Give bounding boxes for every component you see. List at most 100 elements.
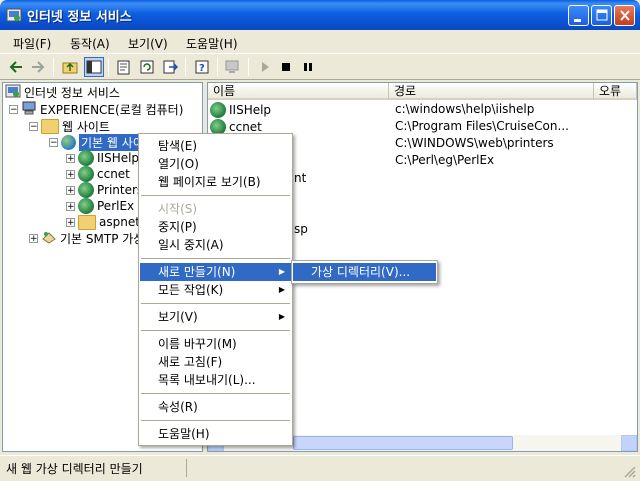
toolbar-separator	[185, 58, 186, 76]
tree-child[interactable]: + IISHelp	[66, 150, 139, 166]
virtual-dir-icon	[78, 198, 94, 214]
tree-child-label: ccnet	[97, 167, 130, 181]
tree-root[interactable]: 인터넷 정보 서비스	[5, 84, 120, 100]
list-row-name-fragment: sp	[294, 222, 308, 236]
menu-view-label: 보기(V)	[158, 310, 198, 324]
forward-arrow-icon[interactable]	[28, 57, 48, 77]
minimize-button[interactable]	[568, 5, 589, 26]
menu-pause[interactable]: 일시 중지(A)	[140, 236, 291, 254]
svg-text:?: ?	[199, 63, 205, 74]
menu-help[interactable]: 도움말(H)	[186, 35, 238, 52]
menu-properties[interactable]: 속성(R)	[140, 398, 291, 416]
menu-export-list[interactable]: 목록 내보내기(L)...	[140, 371, 291, 389]
expand-icon[interactable]: +	[66, 169, 75, 179]
submenu-new: 가상 디렉터리(V)...	[291, 260, 438, 284]
tree-root-label: 인터넷 정보 서비스	[24, 85, 120, 100]
smtp-server-icon	[41, 229, 57, 248]
toolbar: ?	[0, 54, 640, 80]
show-tree-icon[interactable]	[84, 57, 104, 77]
window-title: 인터넷 정보 서비스	[27, 10, 132, 25]
toolbar-separator	[248, 58, 249, 76]
menu-all-tasks[interactable]: 모든 작업(K) ▶	[140, 281, 291, 299]
resize-grip-icon[interactable]	[622, 464, 636, 478]
virtual-dir-icon	[210, 101, 226, 118]
column-header-path[interactable]: 경로	[389, 83, 594, 100]
menu-new[interactable]: 새로 만들기(N) ▶	[140, 263, 291, 281]
title-bar[interactable]: 인터넷 정보 서비스	[0, 0, 640, 30]
toolbar-separator	[53, 58, 54, 76]
properties-icon[interactable]	[114, 57, 134, 77]
computer-icon	[21, 100, 37, 119]
iis-app-icon	[6, 7, 22, 23]
website-globe-icon	[61, 134, 76, 150]
expand-icon[interactable]: +	[29, 233, 38, 243]
menu-help[interactable]: 도움말(H)	[140, 425, 291, 443]
list-row-path: C:\Program Files\CruiseCon...	[395, 119, 569, 133]
tree-child[interactable]: + PerlEx	[66, 198, 134, 214]
menu-stop[interactable]: 중지(P)	[140, 218, 291, 236]
scroll-thumb[interactable]	[293, 436, 513, 450]
menu-separator	[141, 258, 290, 259]
maximize-button[interactable]	[591, 5, 612, 26]
computer-icon[interactable]	[222, 57, 242, 77]
menu-separator	[141, 393, 290, 394]
tree-websites-label: 웹 사이트	[62, 119, 110, 134]
stop-icon[interactable]	[276, 57, 296, 77]
list-row-path: C:\WINDOWS\web\printers	[395, 136, 554, 150]
menu-refresh[interactable]: 새로 고침(F)	[140, 353, 291, 371]
tree-websites[interactable]: − 웹 사이트	[29, 118, 110, 134]
tree-child[interactable]: + ccnet	[66, 166, 130, 182]
menu-open[interactable]: 열기(O)	[140, 155, 291, 173]
menu-browse[interactable]: 웹 페이지로 보기(B)	[140, 173, 291, 191]
list-row-path: c:\windows\help\iishelp	[395, 102, 535, 116]
virtual-dir-icon	[78, 166, 94, 182]
menu-start[interactable]: 시작(S)	[140, 200, 291, 218]
menu-virtual-directory[interactable]: 가상 디렉터리(V)...	[293, 263, 436, 281]
menu-separator	[141, 330, 290, 331]
iis-icon	[5, 83, 21, 102]
expand-icon[interactable]: +	[66, 185, 75, 195]
scroll-right-arrow[interactable]	[621, 435, 637, 451]
virtual-dir-icon	[78, 150, 94, 166]
menu-view[interactable]: 보기(V) ▶	[140, 308, 291, 326]
menu-action[interactable]: 동작(A)	[70, 35, 110, 52]
menu-rename[interactable]: 이름 바꾸기(M)	[140, 335, 291, 353]
status-text: 새 웹 가상 디렉터리 만들기	[6, 462, 143, 476]
list-row-name: ccnet	[229, 119, 262, 134]
menu-view[interactable]: 보기(V)	[128, 35, 168, 52]
status-bar: 새 웹 가상 디렉터리 만들기	[0, 455, 640, 480]
pause-icon[interactable]	[298, 57, 318, 77]
column-header-error[interactable]: 오류	[594, 83, 637, 100]
collapse-icon[interactable]: −	[49, 137, 58, 147]
menu-bar: 파일(F) 동작(A) 보기(V) 도움말(H)	[0, 30, 640, 54]
menu-explore[interactable]: 탐색(E)	[140, 137, 291, 155]
menu-separator	[141, 420, 290, 421]
collapse-icon[interactable]: −	[9, 104, 18, 114]
toolbar-separator	[217, 58, 218, 76]
toolbar-separator	[108, 58, 109, 76]
start-icon[interactable]	[255, 57, 275, 77]
expand-icon[interactable]: +	[66, 217, 75, 227]
expand-icon[interactable]: +	[66, 201, 75, 211]
up-folder-icon[interactable]	[60, 57, 80, 77]
close-button[interactable]	[614, 5, 635, 26]
virtual-dir-icon	[78, 182, 94, 198]
list-row[interactable]: IISHelp	[210, 101, 271, 118]
expand-icon[interactable]: +	[66, 153, 75, 163]
list-row-name: IISHelp	[229, 102, 272, 117]
collapse-icon[interactable]: −	[29, 121, 38, 131]
menu-file[interactable]: 파일(F)	[13, 35, 51, 52]
export-list-icon[interactable]	[160, 57, 180, 77]
back-arrow-icon[interactable]	[6, 57, 26, 77]
tree-child-label: IISHelp	[97, 151, 140, 165]
refresh-icon[interactable]	[137, 57, 157, 77]
context-menu: 탐색(E) 열기(O) 웹 페이지로 보기(B) 시작(S) 중지(P) 일시 …	[138, 133, 293, 446]
menu-separator	[141, 303, 290, 304]
tree-child[interactable]: + Printers	[66, 182, 143, 198]
help-icon[interactable]: ?	[192, 57, 212, 77]
tree-child-label: PerlEx	[97, 199, 135, 213]
tree-computer[interactable]: − EXPERIENCE(로컬 컴퓨터)	[9, 101, 183, 117]
folder-icon	[41, 118, 59, 134]
status-divider	[186, 459, 187, 477]
column-header-name[interactable]: 이름	[208, 83, 389, 100]
